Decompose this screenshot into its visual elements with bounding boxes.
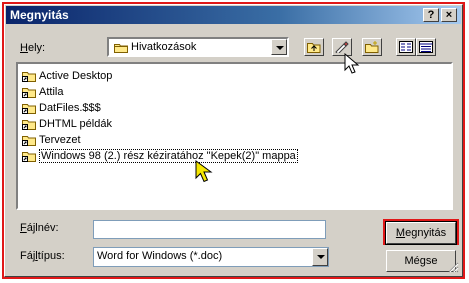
- up-folder-icon: [307, 41, 321, 56]
- filetype-combo[interactable]: Word for Windows (*.doc): [93, 247, 329, 267]
- file-list[interactable]: Active Desktop Attila DatFiles.$$$ DHTML pé…: [16, 62, 453, 210]
- cancel-button[interactable]: Mégse: [386, 250, 456, 272]
- yellow-pointer-icon: [195, 160, 213, 187]
- list-item-label: Active Desktop: [39, 70, 113, 82]
- resize-grip-icon[interactable]: [447, 261, 459, 273]
- filename-input[interactable]: [93, 220, 326, 239]
- dialog-title: Megnyitás: [10, 8, 69, 22]
- mouse-pointer-icon: [344, 52, 360, 78]
- up-one-level-button[interactable]: [304, 38, 324, 56]
- list-item-label: Tervezet: [39, 134, 81, 146]
- location-label: Hely:: [20, 42, 46, 54]
- folder-shortcut-icon: [22, 150, 36, 162]
- list-item-label: DHTML példák: [39, 118, 112, 130]
- list-view-icon: [399, 41, 413, 56]
- folder-shortcut-icon: [22, 86, 36, 98]
- new-folder-icon: [365, 41, 379, 56]
- folder-icon: [114, 42, 128, 56]
- folder-shortcut-icon: [22, 118, 36, 130]
- details-view-button[interactable]: [416, 38, 436, 56]
- list-view-button[interactable]: [396, 38, 416, 56]
- folder-shortcut-icon: [22, 102, 36, 114]
- open-button[interactable]: Megnyitás: [385, 221, 457, 245]
- folder-shortcut-icon: [22, 134, 36, 146]
- title-bar[interactable]: Megnyitás ? ×: [6, 6, 461, 24]
- filename-label: Fájlnév:: [20, 222, 59, 234]
- list-item-label: Windows 98 (2.) rész kéziratához "Kepek(…: [39, 149, 298, 163]
- filetype-value: Word for Windows (*.doc): [97, 250, 223, 262]
- location-value: Hivatkozások: [131, 41, 197, 53]
- filetype-dropdown-button[interactable]: [312, 248, 328, 266]
- list-item-label: Attila: [39, 86, 64, 98]
- close-button[interactable]: ×: [441, 8, 457, 22]
- folder-shortcut-icon: [22, 70, 36, 82]
- new-folder-button[interactable]: [362, 38, 382, 56]
- details-view-icon: [419, 41, 433, 56]
- location-dropdown-button[interactable]: [271, 39, 287, 55]
- list-item-label: DatFiles.$$$: [39, 102, 101, 114]
- open-dialog: Megnyitás ? × Hely: Hivatkozások Active …: [2, 2, 465, 279]
- filetype-label: Fájltípus:: [20, 250, 65, 262]
- help-button[interactable]: ?: [423, 8, 439, 22]
- location-combo[interactable]: Hivatkozások: [107, 37, 289, 57]
